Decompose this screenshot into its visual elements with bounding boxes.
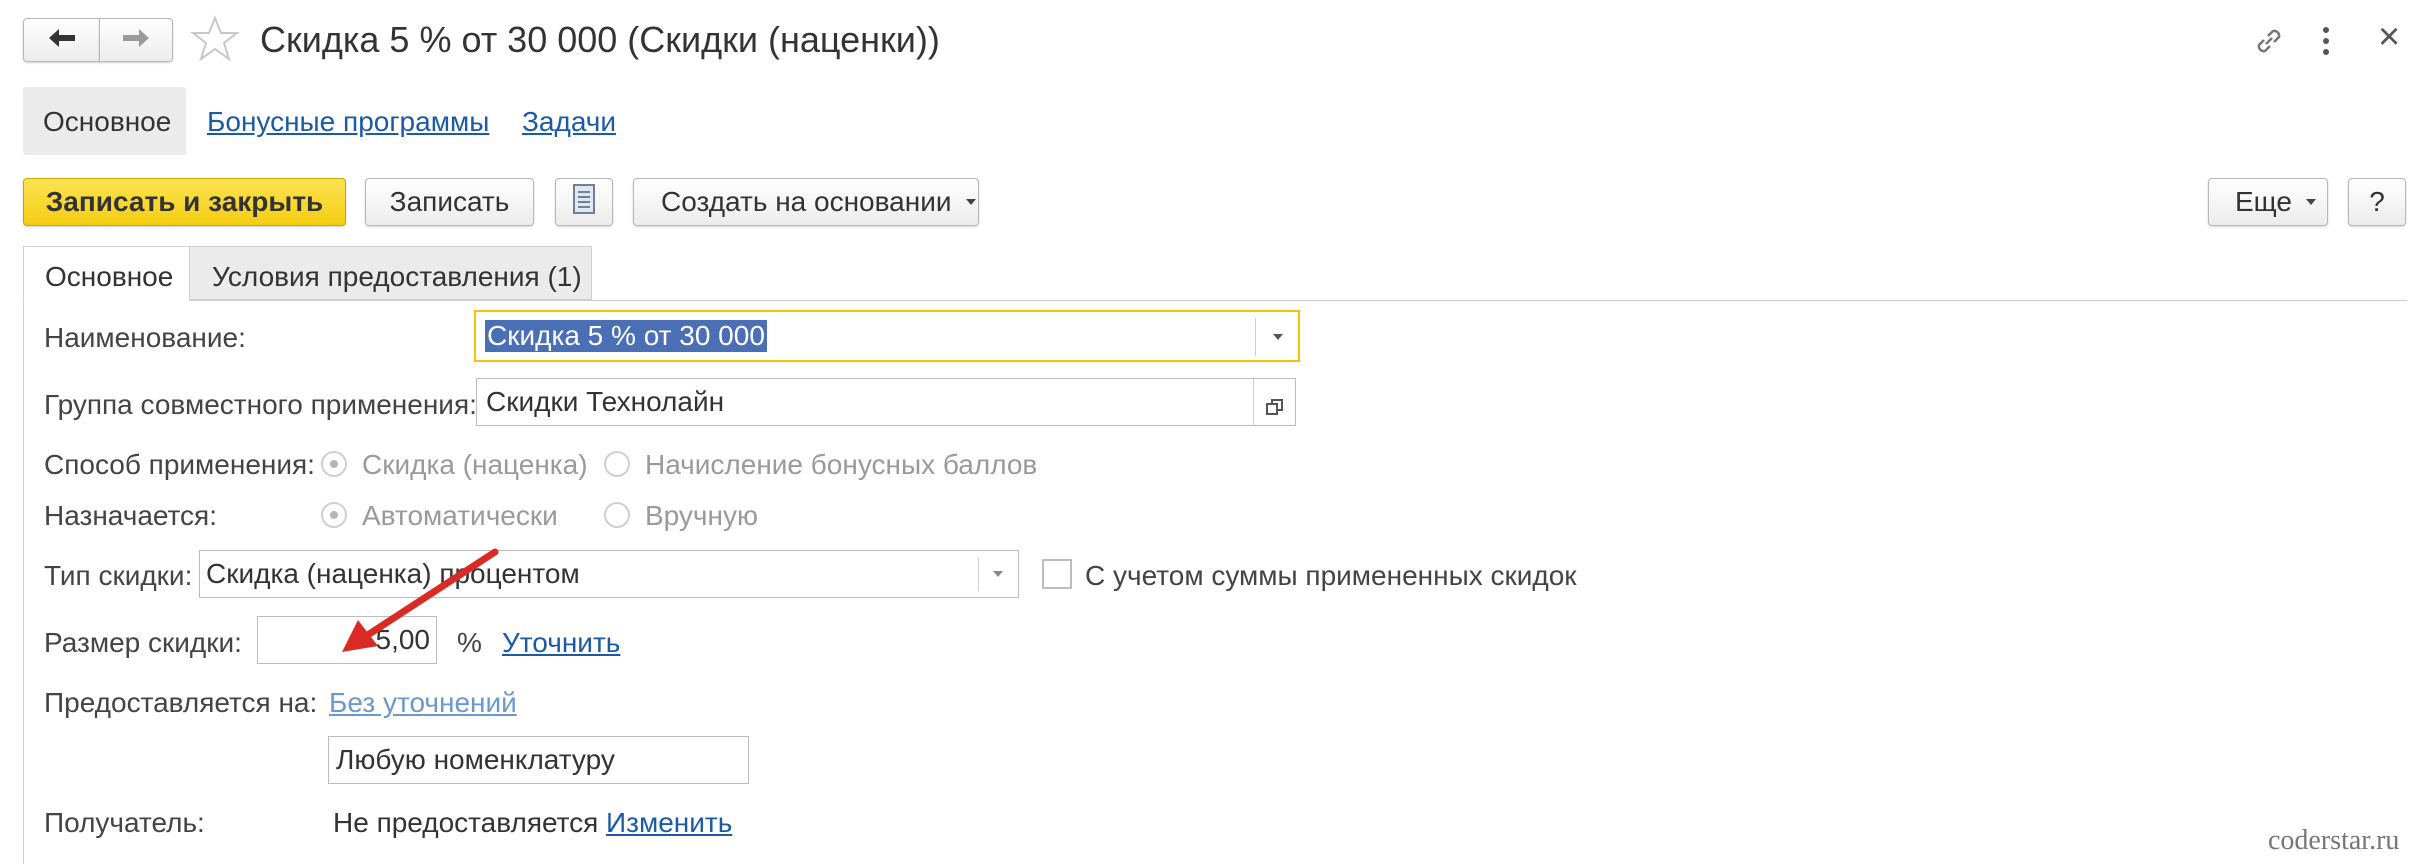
window-title: Скидка 5 % от 30 000 (Скидки (наценки)) [260, 19, 940, 60]
nav-main-label: Основное [43, 106, 172, 137]
close-icon[interactable]: × [2378, 16, 2400, 59]
more-button[interactable]: Еще [2208, 178, 2328, 226]
recipient-label: Получатель: [44, 807, 205, 838]
forward-button[interactable] [99, 18, 173, 62]
recipient-change-link[interactable]: Изменить [606, 807, 732, 839]
size-label: Размер скидки: [44, 627, 242, 658]
nomenclature-field[interactable]: Любую номенклатуру [328, 736, 749, 784]
group-field[interactable]: Скидки Технолайн [476, 378, 1296, 426]
tab-conditions-label: Условия предоставления (1) [212, 261, 582, 292]
assigned-option-auto: Автоматически [362, 500, 558, 531]
name-value: Скидка 5 % от 30 000 [485, 320, 767, 352]
chevron-down-icon[interactable] [1273, 334, 1283, 340]
document-icon [573, 183, 595, 221]
provided-label: Предоставляется на: [44, 687, 318, 718]
consider-discounts-checkbox[interactable] [1042, 559, 1072, 589]
method-radio-bonus[interactable] [604, 451, 630, 477]
group-label: Группа совместного применения: [44, 389, 477, 420]
chevron-down-icon [2305, 199, 2316, 205]
size-refine-link[interactable]: Уточнить [502, 627, 620, 659]
create-based-on-button[interactable]: Создать на основании [633, 178, 979, 226]
favorite-star-icon[interactable] [190, 14, 240, 69]
chevron-down-icon [965, 199, 976, 205]
more-label: Еще [2235, 186, 2292, 217]
assigned-label: Назначается: [44, 500, 217, 531]
save-button[interactable]: Записать [365, 178, 534, 226]
help-button[interactable]: ? [2348, 178, 2406, 226]
kebab-icon[interactable] [2318, 24, 2334, 63]
link-icon[interactable] [2252, 24, 2286, 63]
chevron-down-icon[interactable] [993, 571, 1003, 577]
method-option-bonus: Начисление бонусных баллов [645, 449, 1038, 480]
type-dropdown-separator [978, 557, 979, 591]
method-radio-discount[interactable] [321, 451, 347, 477]
save-and-close-button[interactable]: Записать и закрыть [23, 178, 346, 226]
name-dropdown-separator [1255, 318, 1256, 356]
provided-no-refinement-link[interactable]: Без уточнений [329, 687, 517, 719]
open-window-icon[interactable] [1265, 392, 1285, 424]
nav-bonus-programs-link[interactable]: Бонусные программы [207, 106, 489, 138]
report-button[interactable] [555, 178, 613, 226]
save-label: Записать [389, 186, 510, 217]
create-based-on-label: Создать на основании [661, 186, 952, 217]
consider-discounts-label: С учетом суммы примененных скидок [1085, 560, 1577, 591]
assigned-radio-auto[interactable] [321, 502, 347, 528]
type-field[interactable]: Скидка (наценка) процентом [199, 550, 1019, 598]
name-label: Наименование: [44, 322, 246, 353]
arrow-right-icon [121, 24, 151, 56]
type-label: Тип скидки: [44, 560, 193, 591]
nomenclature-value: Любую номенклатуру [336, 744, 615, 775]
method-option-discount: Скидка (наценка) [362, 449, 588, 480]
group-value: Скидки Технолайн [486, 386, 725, 417]
nav-tasks-link[interactable]: Задачи [522, 106, 616, 138]
assigned-option-manual: Вручную [645, 500, 758, 531]
help-label: ? [2369, 186, 2385, 217]
name-field[interactable]: Скидка 5 % от 30 000 [474, 310, 1300, 362]
watermark: coderstar.ru [2268, 825, 2400, 856]
recipient-value: Не предоставляется [333, 807, 599, 838]
assigned-radio-manual[interactable] [604, 502, 630, 528]
arrow-left-icon [47, 24, 77, 56]
method-label: Способ применения: [44, 449, 315, 480]
group-open-separator [1253, 379, 1254, 425]
annotation-arrow [342, 548, 499, 652]
back-button[interactable] [23, 18, 100, 62]
save-and-close-label: Записать и закрыть [45, 186, 324, 217]
tab-main-label: Основное [45, 261, 174, 292]
